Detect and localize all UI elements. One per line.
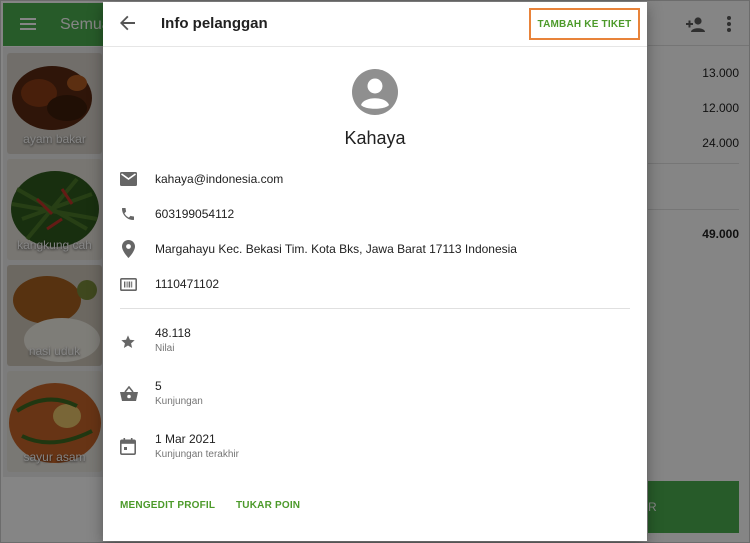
- location-pin-icon: [122, 240, 135, 258]
- barcode-card-icon: [120, 278, 137, 291]
- points-row: 48.118 Nilai: [103, 324, 647, 356]
- customer-code-row: 1110471102: [103, 275, 647, 297]
- calendar-icon: [120, 438, 136, 455]
- customer-avatar-icon: [352, 69, 398, 115]
- customer-code: 1110471102: [155, 277, 220, 291]
- customer-info-dialog: Info pelanggan TAMBAH KE TIKET Kahaya ka…: [103, 2, 647, 541]
- customer-address: Margahayu Kec. Bekasi Tim. Kota Bks, Jaw…: [155, 242, 517, 256]
- divider: [120, 308, 630, 309]
- last-visit-label: Kunjungan terakhir: [155, 449, 239, 460]
- visits-value: 5: [155, 379, 162, 393]
- points-value: 48.118: [155, 326, 191, 340]
- points-label: Nilai: [155, 343, 175, 354]
- phone-row: 603199054112: [103, 205, 647, 227]
- edit-profile-button[interactable]: MENGEDIT PROFIL: [120, 500, 215, 511]
- visits-row: 5 Kunjungan: [103, 377, 647, 409]
- phone-icon: [122, 208, 134, 220]
- back-arrow-icon[interactable]: [119, 14, 137, 32]
- visits-label: Kunjungan: [155, 396, 203, 407]
- email-row: kahaya@indonesia.com: [103, 170, 647, 192]
- last-visit-row: 1 Mar 2021 Kunjungan terakhir: [103, 430, 647, 462]
- address-row: Margahayu Kec. Bekasi Tim. Kota Bks, Jaw…: [103, 240, 647, 262]
- add-to-ticket-button[interactable]: TAMBAH KE TIKET: [529, 8, 640, 40]
- star-icon: [121, 335, 135, 348]
- email-icon: [120, 172, 137, 186]
- shopping-basket-icon: [120, 386, 138, 401]
- customer-name: Kahaya: [344, 128, 406, 148]
- customer-email: kahaya@indonesia.com: [155, 172, 284, 186]
- dialog-header: Info pelanggan TAMBAH KE TIKET: [103, 2, 647, 47]
- dialog-title: Info pelanggan: [161, 15, 268, 32]
- customer-phone: 603199054112: [155, 207, 235, 221]
- last-visit-value: 1 Mar 2021: [155, 432, 216, 446]
- redeem-points-button[interactable]: TUKAR POIN: [236, 500, 300, 511]
